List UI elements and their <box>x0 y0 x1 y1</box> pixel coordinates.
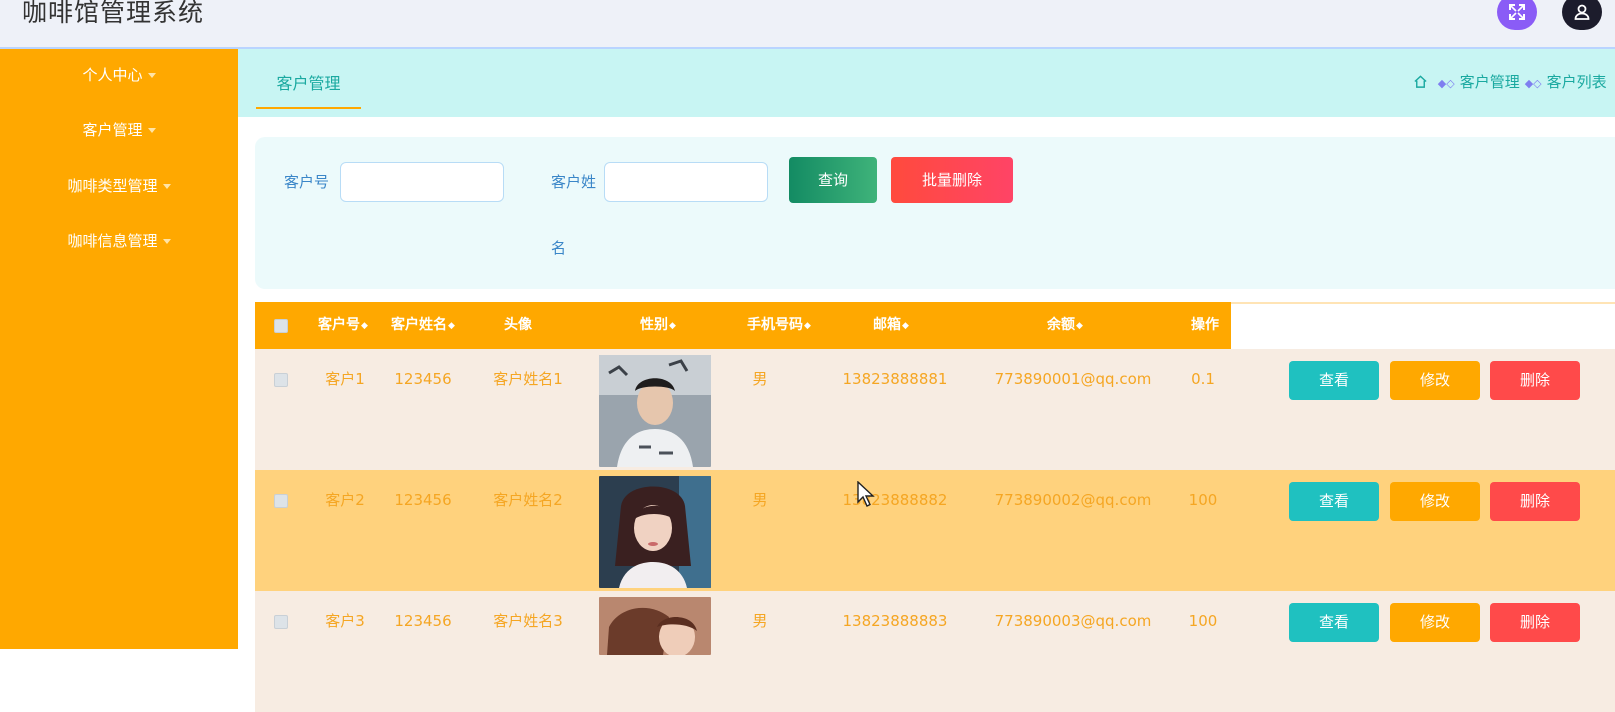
expand-icon <box>1509 4 1525 20</box>
breadcrumb-separator-icon: ◆◇ <box>1437 77 1455 90</box>
cell-customer-name: 客户姓名2 <box>493 491 563 509</box>
delete-button[interactable]: 删除 <box>1490 361 1580 400</box>
row-checkbox[interactable] <box>274 615 288 629</box>
column-header-phone[interactable]: 手机号码◆ <box>741 302 817 349</box>
cell-phone: 13823888883 <box>842 612 948 630</box>
sort-icon: ◆ <box>669 321 676 331</box>
view-button[interactable]: 查看 <box>1289 603 1379 642</box>
breadcrumb: ◆◇ 客户管理 ◆◇ 客户列表 <box>1413 72 1607 94</box>
sort-icon: ◆ <box>902 321 909 331</box>
caret-down-icon <box>147 73 156 78</box>
fullscreen-button[interactable] <box>1497 0 1537 30</box>
select-all-checkbox[interactable] <box>274 319 288 333</box>
user-icon <box>1574 4 1590 20</box>
sort-icon: ◆ <box>448 321 455 331</box>
column-header-gender[interactable]: 性别◆ <box>623 302 693 349</box>
sidebar-item-coffee-info-management[interactable]: 咖啡信息管理 <box>0 226 238 256</box>
home-icon[interactable] <box>1413 74 1428 89</box>
customer-no-input[interactable] <box>340 162 504 202</box>
column-header-customer-name[interactable]: 客户姓名◆ <box>386 302 460 349</box>
cell-balance: 0.1 <box>1191 370 1215 388</box>
caret-down-icon <box>147 128 156 133</box>
tabs-bar: 客户管理 <box>238 49 1615 117</box>
table-row: 客户2 123456 客户姓名2 男 13823888882 773890002… <box>255 470 1615 591</box>
sidebar: 个人中心 客户管理 咖啡类型管理 咖啡信息管理 <box>0 49 238 649</box>
row-checkbox[interactable] <box>274 373 288 387</box>
sidebar-item-label: 客户管理 <box>82 121 143 139</box>
delete-button[interactable]: 删除 <box>1490 482 1580 521</box>
customer-name-label: 客户姓 <box>551 173 597 191</box>
edit-button[interactable]: 修改 <box>1390 361 1480 400</box>
edit-button[interactable]: 修改 <box>1390 482 1480 521</box>
tab-customer-management[interactable]: 客户管理 <box>256 61 361 109</box>
cell-gender: 男 <box>752 612 768 630</box>
cell-customer-name: 客户姓名1 <box>493 370 563 388</box>
sidebar-item-label: 咖啡类型管理 <box>67 177 158 195</box>
sort-icon: ◆ <box>1076 321 1083 331</box>
delete-button[interactable]: 删除 <box>1490 603 1580 642</box>
caret-down-icon <box>162 239 171 244</box>
top-header: 咖啡馆管理系统 <box>0 0 1615 49</box>
customer-avatar <box>599 597 711 655</box>
customer-name-input[interactable] <box>604 162 768 202</box>
sidebar-item-customer-management[interactable]: 客户管理 <box>0 115 238 145</box>
mouse-cursor-icon <box>857 481 875 507</box>
customer-no-label: 客户号 <box>284 173 330 191</box>
cell-email: 773890001@qq.com <box>994 370 1152 388</box>
sidebar-item-coffee-type-management[interactable]: 咖啡类型管理 <box>0 171 238 201</box>
cell-email: 773890002@qq.com <box>994 491 1152 509</box>
cell-customer-no: 客户3 <box>325 612 365 630</box>
sidebar-item-label: 个人中心 <box>82 66 143 84</box>
cell-gender: 男 <box>752 491 768 509</box>
column-header-customer-no[interactable]: 客户号◆ <box>315 302 371 349</box>
breadcrumb-separator-icon: ◆◇ <box>1524 77 1542 90</box>
cell-email: 773890003@qq.com <box>994 612 1152 630</box>
app-title: 咖啡馆管理系统 <box>22 0 205 27</box>
user-button[interactable] <box>1562 0 1602 30</box>
cell-phone: 13823888882 <box>842 491 948 509</box>
cell-customer-name: 客户姓名3 <box>493 612 563 630</box>
column-header-avatar: 头像 <box>504 317 532 333</box>
view-button[interactable]: 查看 <box>1289 361 1379 400</box>
cell-phone: 13823888881 <box>842 370 948 388</box>
cell-password: 123456 <box>394 370 452 388</box>
table-row: 客户1 123456 客户姓名1 男 13823888881 773890001… <box>255 349 1615 470</box>
customer-avatar <box>599 476 711 588</box>
query-button[interactable]: 查询 <box>789 157 877 203</box>
cell-gender: 男 <box>752 370 768 388</box>
cell-balance: 100 <box>1188 491 1218 509</box>
table-row: 客户3 123456 客户姓名3 男 13823888883 773890003… <box>255 591 1615 712</box>
cell-password: 123456 <box>394 612 452 630</box>
column-header-actions: 操作 <box>1191 317 1219 333</box>
view-button[interactable]: 查看 <box>1289 482 1379 521</box>
column-header-balance[interactable]: 余额◆ <box>1030 302 1100 349</box>
row-checkbox[interactable] <box>274 494 288 508</box>
sidebar-item-personal-center[interactable]: 个人中心 <box>0 60 238 90</box>
table-header: 客户号◆ 客户姓名◆ 头像 性别◆ 手机号码◆ 邮箱◆ 余额◆ 操作 <box>255 302 1231 349</box>
sidebar-item-label: 咖啡信息管理 <box>67 232 158 250</box>
sort-icon: ◆ <box>361 321 368 331</box>
cell-customer-no: 客户1 <box>325 370 365 388</box>
customer-name-label-wrap: 名 <box>551 239 567 257</box>
edit-button[interactable]: 修改 <box>1390 603 1480 642</box>
column-header-email[interactable]: 邮箱◆ <box>861 302 921 349</box>
sort-icon: ◆ <box>804 321 811 331</box>
caret-down-icon <box>162 184 171 189</box>
breadcrumb-item[interactable]: 客户管理 <box>1460 73 1520 91</box>
table-header-filler <box>1231 302 1615 351</box>
breadcrumb-item: 客户列表 <box>1546 73 1607 91</box>
cell-balance: 100 <box>1188 612 1218 630</box>
customer-avatar <box>599 355 711 467</box>
cell-customer-no: 客户2 <box>325 491 365 509</box>
cell-password: 123456 <box>394 491 452 509</box>
batch-delete-button[interactable]: 批量删除 <box>891 157 1013 203</box>
